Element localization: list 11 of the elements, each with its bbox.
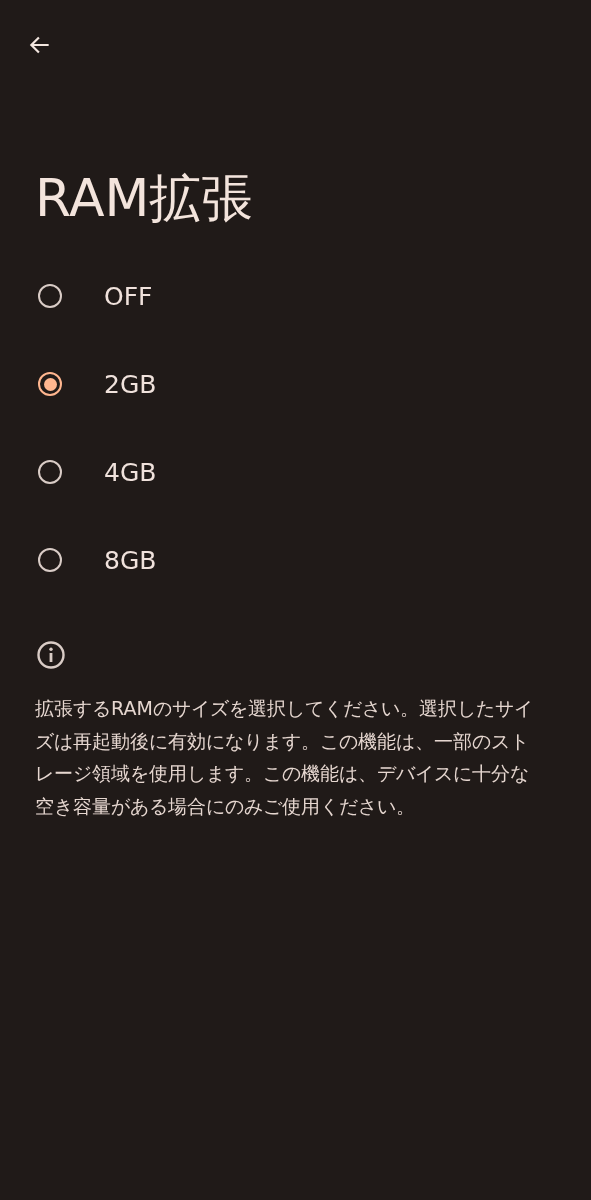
description-text: 拡張するRAMのサイズを選択してください。選択したサイズは再起動後に有効になります。この機能は、一部のストレージ領域を使用します。この機能は、デバイスに十分な空き容量がある場合にのみご使用ください。 [35,696,534,819]
radio-button[interactable] [38,460,62,484]
radio-option[interactable]: 8GB [35,532,556,588]
radio-option[interactable]: 4GB [35,444,556,500]
info-icon [36,640,66,670]
radio-option[interactable]: 2GB [35,356,556,412]
radio-option[interactable]: OFF [35,268,556,324]
radio-button[interactable] [38,372,62,396]
radio-button[interactable] [38,548,62,572]
page-title: RAM拡張 [35,167,255,230]
radio-button[interactable] [38,284,62,308]
